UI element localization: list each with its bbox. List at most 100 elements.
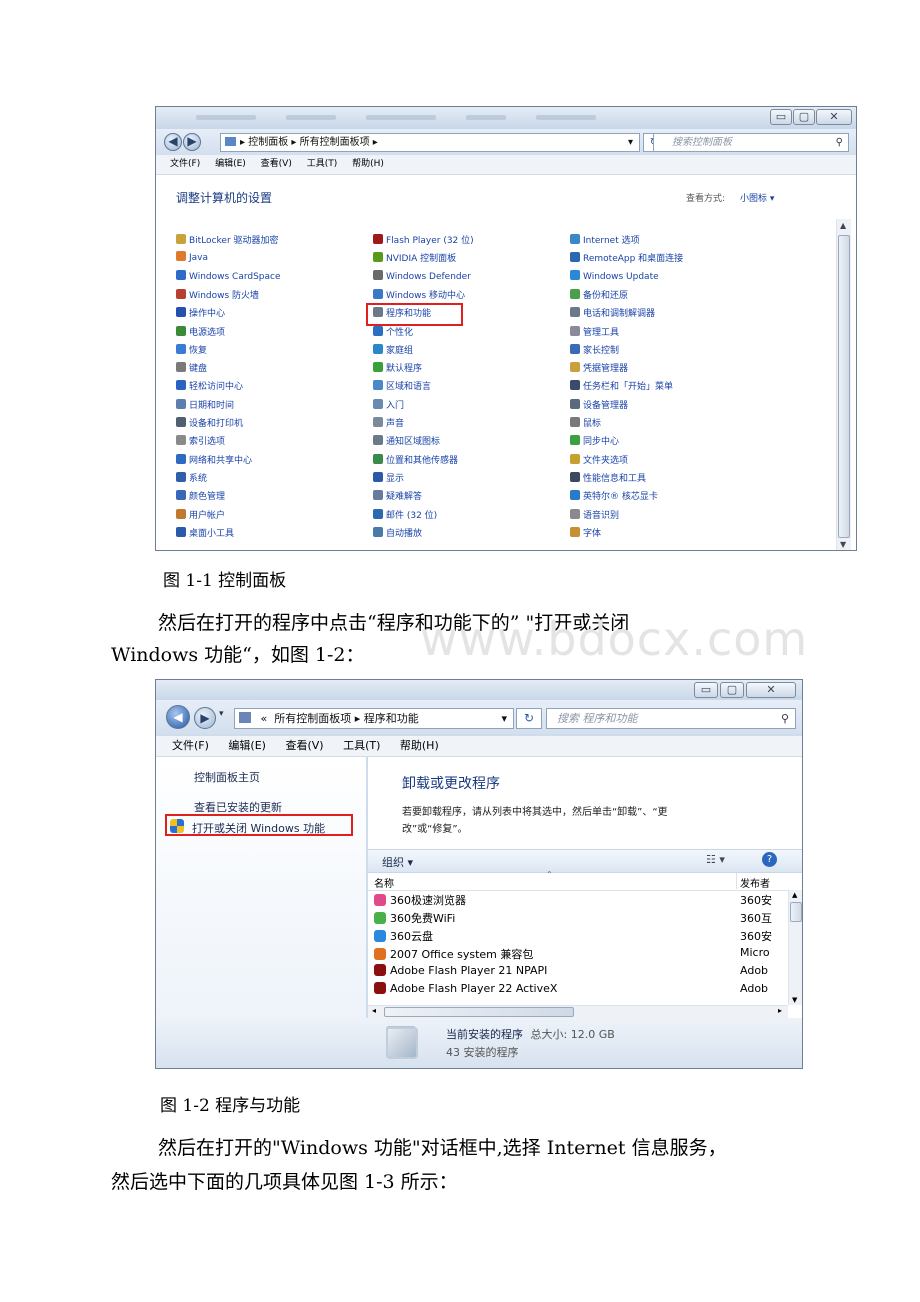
- list-vertical-scrollbar[interactable]: ▲ ▼: [788, 890, 802, 1005]
- control-panel-item[interactable]: 电话和调制解调器: [570, 306, 655, 319]
- menu-edit[interactable]: 编辑(E): [228, 736, 266, 756]
- control-panel-item[interactable]: 用户帐户: [176, 508, 225, 521]
- control-panel-item[interactable]: 家庭组: [373, 343, 413, 356]
- close-button[interactable]: ✕: [746, 682, 796, 698]
- minimize-button[interactable]: ▭: [770, 109, 792, 125]
- control-panel-item[interactable]: 区域和语言: [373, 379, 431, 392]
- control-panel-item[interactable]: 桌面小工具: [176, 526, 234, 539]
- control-panel-item[interactable]: 语音识别: [570, 508, 619, 521]
- menu-view[interactable]: 查看(V): [261, 155, 292, 174]
- control-panel-item[interactable]: Flash Player (32 位): [373, 233, 474, 246]
- control-panel-item[interactable]: Windows 防火墙: [176, 288, 259, 301]
- control-panel-item[interactable]: 网络和共享中心: [176, 453, 252, 466]
- control-panel-item[interactable]: Internet 选项: [570, 233, 640, 246]
- control-panel-item[interactable]: 轻松访问中心: [176, 379, 243, 392]
- control-panel-item[interactable]: 设备管理器: [570, 398, 628, 411]
- control-panel-item[interactable]: 自动播放: [373, 526, 422, 539]
- control-panel-item[interactable]: 鼠标: [570, 416, 601, 429]
- control-panel-item[interactable]: 操作中心: [176, 306, 225, 319]
- control-panel-item[interactable]: 性能信息和工具: [570, 471, 646, 484]
- control-panel-item[interactable]: 颜色管理: [176, 489, 225, 502]
- control-panel-item[interactable]: 英特尔® 核芯显卡: [570, 489, 658, 502]
- control-panel-item[interactable]: RemoteApp 和桌面连接: [570, 251, 683, 264]
- breadcrumb-programs[interactable]: 程序和功能: [364, 712, 419, 725]
- program-row[interactable]: 360极速浏览器: [374, 892, 466, 908]
- horizontal-scroll-thumb[interactable]: [384, 1007, 574, 1017]
- control-panel-item[interactable]: Windows 移动中心: [373, 288, 465, 301]
- control-panel-item[interactable]: 键盘: [176, 361, 207, 374]
- dropdown-arrow-icon[interactable]: ▾: [628, 134, 633, 151]
- control-panel-item[interactable]: 备份和还原: [570, 288, 628, 301]
- control-panel-item[interactable]: 同步中心: [570, 434, 619, 447]
- minimize-button[interactable]: ▭: [694, 682, 718, 698]
- horizontal-scrollbar[interactable]: ◂ ▸: [368, 1005, 788, 1019]
- address-input[interactable]: « 所有控制面板项 ▸ 程序和功能 ▾: [234, 708, 514, 729]
- control-panel-item[interactable]: 索引选项: [176, 434, 225, 447]
- control-panel-item[interactable]: 邮件 (32 位): [373, 508, 437, 521]
- control-panel-item[interactable]: BitLocker 驱动器加密: [176, 233, 279, 246]
- control-panel-item[interactable]: 电源选项: [176, 325, 225, 338]
- program-row[interactable]: Adobe Flash Player 22 ActiveX: [374, 982, 557, 995]
- organize-button[interactable]: 组织 ▾: [382, 854, 413, 870]
- program-row[interactable]: 360免费WiFi: [374, 910, 455, 926]
- back-button[interactable]: ◀: [164, 133, 182, 151]
- search-input[interactable]: 搜索 程序和功能 ⚲: [546, 708, 796, 729]
- control-panel-item[interactable]: 设备和打印机: [176, 416, 243, 429]
- vertical-scrollbar[interactable]: ▲ ▼: [836, 219, 851, 550]
- address-input[interactable]: ▸ 控制面板 ▸ 所有控制面板项 ▸ ▾: [220, 133, 640, 152]
- view-by-dropdown[interactable]: 小图标 ▾: [740, 191, 774, 204]
- control-panel-item[interactable]: Windows Update: [570, 269, 659, 282]
- control-panel-item[interactable]: NVIDIA 控制面板: [373, 251, 456, 264]
- maximize-button[interactable]: ▢: [793, 109, 815, 125]
- control-panel-item[interactable]: 家长控制: [570, 343, 619, 356]
- control-panel-item[interactable]: 日期和时间: [176, 398, 234, 411]
- program-row[interactable]: Adobe Flash Player 21 NPAPI: [374, 964, 547, 977]
- forward-button[interactable]: ▶: [183, 133, 201, 151]
- menu-edit[interactable]: 编辑(E): [215, 155, 246, 174]
- control-panel-item[interactable]: 默认程序: [373, 361, 422, 374]
- column-publisher[interactable]: 发布者: [740, 875, 770, 890]
- control-panel-item[interactable]: 显示: [373, 471, 404, 484]
- help-icon[interactable]: ?: [762, 852, 777, 867]
- control-panel-item[interactable]: 位置和其他传感器: [373, 453, 458, 466]
- menu-help[interactable]: 帮助(H): [352, 155, 384, 174]
- dropdown-arrow-icon[interactable]: ▾: [501, 709, 507, 728]
- back-button[interactable]: ◀: [166, 705, 190, 729]
- recent-pages-icon[interactable]: ▾: [219, 709, 224, 719]
- control-panel-item[interactable]: 管理工具: [570, 325, 619, 338]
- control-panel-item[interactable]: 任务栏和「开始」菜单: [570, 379, 673, 392]
- breadcrumb-control-panel[interactable]: 控制面板: [248, 137, 288, 148]
- program-row[interactable]: 2007 Office system 兼容包: [374, 946, 533, 962]
- control-panel-item[interactable]: 字体: [570, 526, 601, 539]
- control-panel-item[interactable]: 系统: [176, 471, 207, 484]
- sidebar-link-updates[interactable]: 查看已安装的更新: [194, 799, 282, 815]
- close-button[interactable]: ✕: [816, 109, 852, 125]
- control-panel-item[interactable]: 文件夹选项: [570, 453, 628, 466]
- maximize-button[interactable]: ▢: [720, 682, 744, 698]
- view-options-icon[interactable]: ☷ ▾: [706, 853, 725, 866]
- menu-tools[interactable]: 工具(T): [307, 155, 338, 174]
- program-row[interactable]: 360云盘: [374, 928, 433, 944]
- scroll-thumb[interactable]: [838, 235, 850, 538]
- menu-file[interactable]: 文件(F): [170, 155, 200, 174]
- breadcrumb-all-items[interactable]: 所有控制面板项: [274, 712, 351, 725]
- control-panel-item[interactable]: Windows CardSpace: [176, 269, 281, 282]
- search-input[interactable]: 搜索控制面板 ⚲: [653, 133, 849, 152]
- menu-help[interactable]: 帮助(H): [400, 736, 439, 756]
- column-name[interactable]: 名称: [374, 875, 394, 890]
- control-panel-item[interactable]: 通知区域图标: [373, 434, 440, 447]
- forward-button[interactable]: ▶: [194, 707, 216, 729]
- control-panel-item[interactable]: 个性化: [373, 325, 413, 338]
- list-scroll-thumb[interactable]: [790, 902, 802, 922]
- menu-view[interactable]: 查看(V): [285, 736, 323, 756]
- control-panel-item[interactable]: Windows Defender: [373, 269, 471, 282]
- control-panel-item[interactable]: 声音: [373, 416, 404, 429]
- sidebar-link-home[interactable]: 控制面板主页: [194, 769, 260, 785]
- menu-file[interactable]: 文件(F): [172, 736, 209, 756]
- control-panel-item[interactable]: 入门: [373, 398, 404, 411]
- breadcrumb-all-items[interactable]: 所有控制面板项: [300, 137, 370, 148]
- control-panel-item[interactable]: 恢复: [176, 343, 207, 356]
- control-panel-item[interactable]: 疑难解答: [373, 489, 422, 502]
- menu-tools[interactable]: 工具(T): [343, 736, 380, 756]
- refresh-button[interactable]: ↻: [516, 708, 542, 729]
